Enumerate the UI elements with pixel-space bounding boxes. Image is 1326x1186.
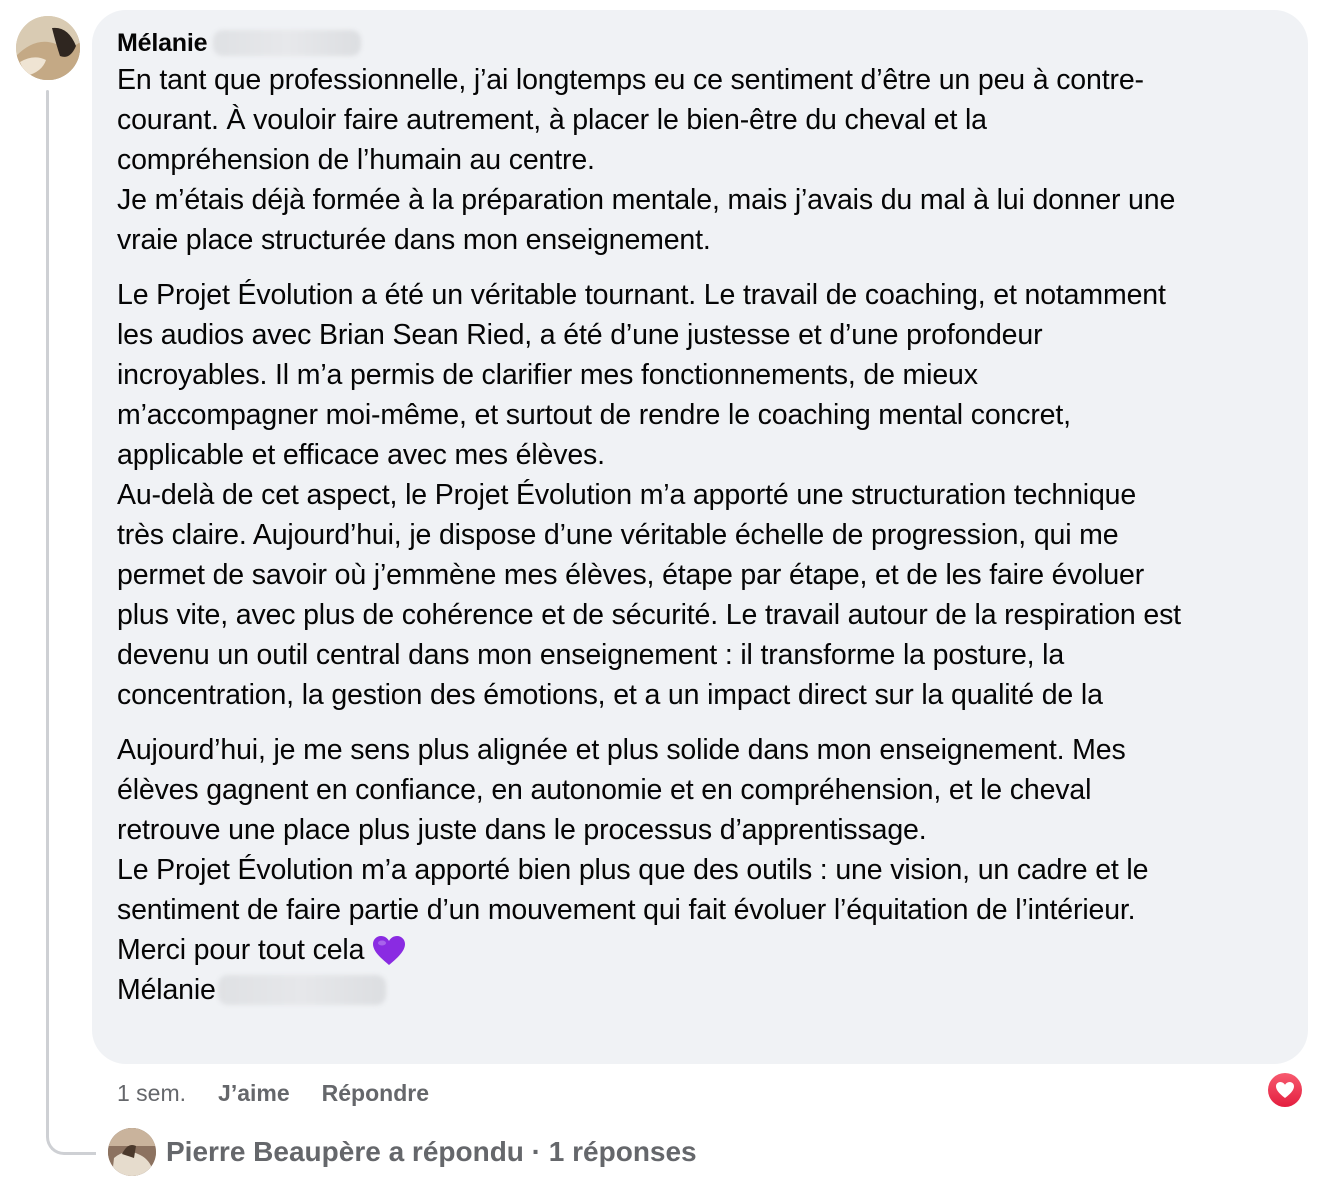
text-line: élèves gagnent en confiance, en autonomi… [117,774,1092,806]
avatar-photo-icon [16,16,80,80]
comment-actions: 1 sem. J’aime Répondre [117,1076,429,1110]
text-line: Je m’étais déjà formée à la préparation … [117,184,1176,216]
text-line: très claire. Aujourd’hui, je dispose d’u… [117,519,1119,551]
text-line: les audios avec Brian Sean Ried, a été d… [117,319,1043,351]
paragraph: Le Projet Évolution a été un véritable t… [117,275,1284,715]
text-line: Au-delà de cet aspect, le Projet Évoluti… [117,479,1137,511]
text-line: En tant que professionnelle, j’ai longte… [117,64,1144,96]
comment-bubble: Mélanie En tant que professionnelle, j’a… [92,10,1308,1064]
replier-photo-icon [108,1128,156,1176]
redacted-signature-surname [217,975,386,1005]
redacted-surname [213,30,362,56]
paragraph: En tant que professionnelle, j’ai longte… [117,60,1284,260]
thread-line [46,90,49,1134]
text-line: sentiment de faire partie d’un mouvement… [117,894,1136,926]
text-line: devenu un outil central dans mon enseign… [117,639,1065,671]
text-line: courant. À vouloir faire autrement, à pl… [117,104,987,136]
replies-link[interactable]: Pierre Beaupère a répondu · 1 réponses [166,1136,697,1168]
closing-text: Merci pour tout cela [117,934,365,966]
timestamp-link[interactable]: 1 sem. [117,1080,186,1107]
text-line: Le Projet Évolution m’a apporté bien plu… [117,854,1149,886]
text-line: Le Projet Évolution a été un véritable t… [117,279,1166,311]
text-line: concentration, la gestion des émotions, … [117,679,1103,711]
purple-heart-icon [372,935,406,967]
reply-button[interactable]: Répondre [322,1080,429,1107]
replier-avatar[interactable] [108,1128,156,1176]
avatar[interactable] [16,16,80,80]
love-reaction-icon [1268,1073,1302,1107]
like-button[interactable]: J’aime [218,1080,290,1107]
text-line: applicable et efficace avec mes élèves. [117,439,605,471]
text-line: vraie place structurée dans mon enseigne… [117,224,711,256]
reaction-badge[interactable] [1266,1071,1304,1109]
signature-row: Mélanie [117,970,1284,1010]
text-line: Aujourd’hui, je me sens plus alignée et … [117,734,1126,766]
closing-line: Merci pour tout cela [117,930,1284,970]
thread-connector [46,1131,96,1155]
paragraph: Aujourd’hui, je me sens plus alignée et … [117,730,1284,1010]
text-line: incroyables. Il m’a permis de clarifier … [117,359,978,391]
text-line: plus vite, avec plus de cohérence et de … [117,599,1181,631]
text-line: retrouve une place plus juste dans le pr… [117,814,927,846]
signature: Mélanie [117,974,216,1006]
text-line: m’accompagner moi-même, et surtout de re… [117,399,1071,431]
comment-author-name[interactable]: Mélanie [117,29,208,58]
text-line: compréhension de l’humain au centre. [117,144,595,176]
comment-body: En tant que professionnelle, j’ai longte… [117,60,1284,1010]
replies-summary[interactable]: Pierre Beaupère a répondu · 1 réponses [108,1128,697,1176]
text-line: permet de savoir où j’emmène mes élèves,… [117,559,1145,591]
